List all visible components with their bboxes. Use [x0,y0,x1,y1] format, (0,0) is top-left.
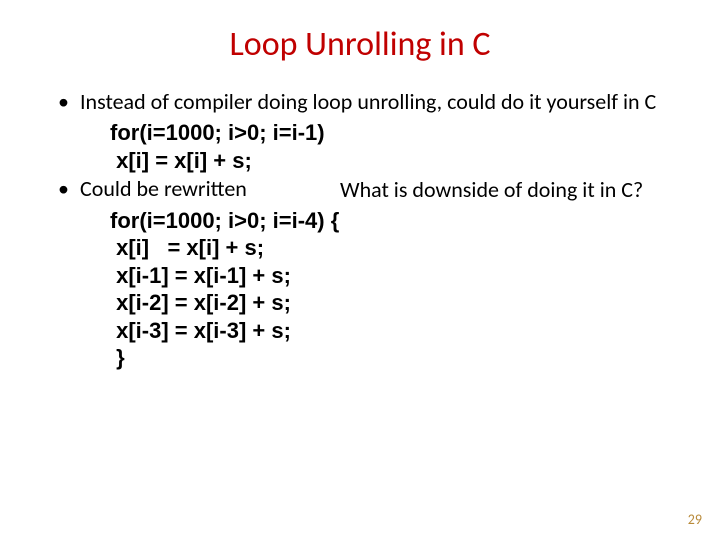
slide-title: Loop Unrolling in C [40,24,680,65]
bullet-1: Instead of compiler doing loop unrolling… [52,89,680,115]
code-block-unrolled: for(i=1000; i>0; i=i-4) { x[i] = x[i] + … [110,207,680,372]
slide: Loop Unrolling in C Instead of compiler … [0,0,720,540]
code-block-original: for(i=1000; i>0; i=i-1) x[i] = x[i] + s; [110,119,680,174]
bullet-list: Instead of compiler doing loop unrolling… [40,89,680,115]
page-number: 29 [688,511,702,528]
callout-question: What is downside of doing it in C? [340,176,643,203]
bullet-2-row: Could be rewritten What is downside of d… [40,176,680,202]
